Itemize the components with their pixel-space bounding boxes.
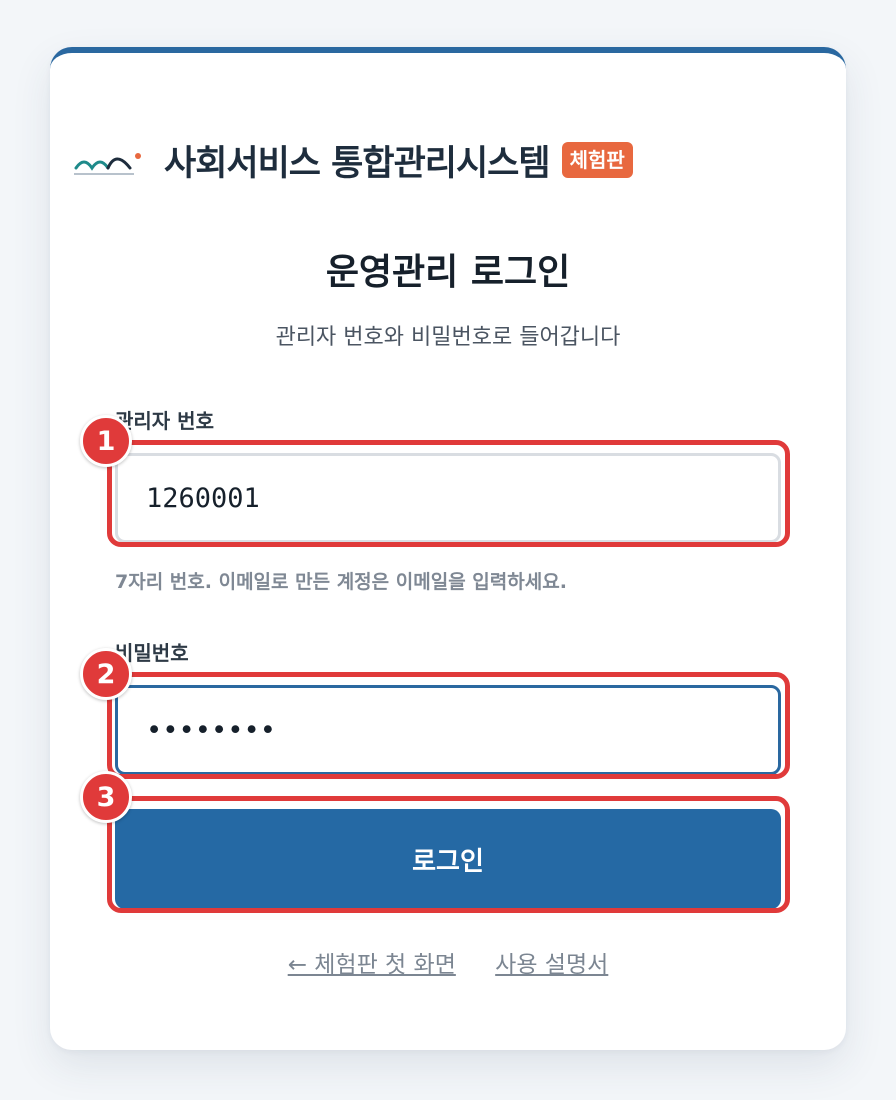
step-marker-2: 2: [80, 648, 132, 700]
login-card: 사회서비스 통합관리시스템 체험판 운영관리 로그인 관리자 번호와 비밀번호로…: [50, 47, 846, 1050]
admin-id-hint: 7자리 번호. 이메일로 만든 계정은 이메일을 입력하세요.: [115, 571, 567, 593]
page-title: 운영관리 로그인: [325, 252, 571, 293]
user-manual-link[interactable]: 사용 설명서: [495, 952, 608, 978]
brand-name: 사회서비스 통합관리시스템: [164, 143, 551, 184]
step-marker-1: 1: [80, 415, 132, 467]
admin-id-input[interactable]: [115, 453, 781, 543]
page-subtitle: 관리자 번호와 비밀번호로 들어갑니다: [275, 325, 621, 350]
back-to-trial-home-link[interactable]: ← 체험판 첫 화면: [288, 952, 456, 978]
login-button[interactable]: 로그인: [115, 809, 781, 909]
step-marker-3: 3: [80, 771, 132, 823]
brand-header: 사회서비스 통합관리시스템 체험판: [72, 135, 633, 185]
brand-logo-icon: [74, 153, 141, 175]
footer-links: ← 체험판 첫 화면 사용 설명서: [50, 945, 846, 979]
trial-badge: 체험판: [561, 142, 633, 178]
password-input[interactable]: [115, 685, 781, 775]
